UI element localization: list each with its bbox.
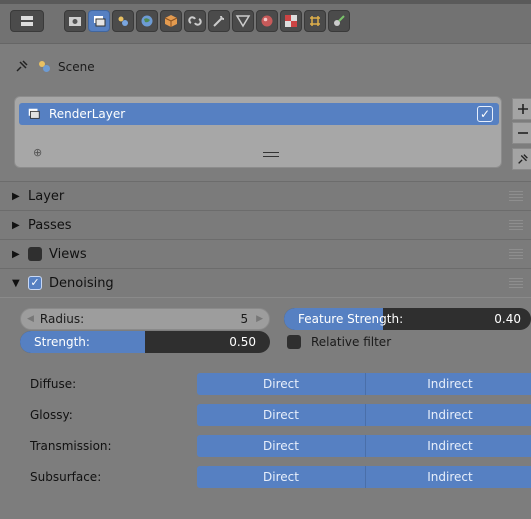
drag-grip-icon[interactable] bbox=[509, 220, 523, 230]
panel-layer-header[interactable]: ▶ Layer bbox=[0, 181, 531, 211]
strength-slider[interactable]: Strength: 0.50 bbox=[20, 331, 270, 353]
diffuse-indirect-toggle[interactable]: Indirect bbox=[366, 373, 531, 395]
denoising-enable-checkbox[interactable]: ✓ bbox=[28, 276, 42, 290]
particles-icon[interactable] bbox=[304, 10, 326, 32]
diffuse-direct-toggle[interactable]: Direct bbox=[197, 373, 366, 395]
collapsed-triangle-icon: ▶ bbox=[12, 219, 20, 231]
glossy-direct-toggle[interactable]: Direct bbox=[197, 404, 366, 426]
world-icon[interactable] bbox=[136, 10, 158, 32]
panel-passes-title: Passes bbox=[28, 217, 72, 233]
decrement-arrow-icon[interactable]: ◀ bbox=[27, 314, 34, 324]
render-icon[interactable] bbox=[64, 10, 86, 32]
transmission-direct-toggle[interactable]: Direct bbox=[197, 435, 366, 457]
add-layer-button[interactable] bbox=[512, 98, 531, 120]
minus-icon bbox=[518, 132, 528, 134]
scene-label: Scene bbox=[58, 60, 95, 74]
scene-icon-small bbox=[36, 58, 52, 77]
views-enable-checkbox[interactable] bbox=[28, 247, 42, 261]
radius-field[interactable]: ◀ Radius: 5 ▶ bbox=[20, 308, 270, 330]
collapsed-triangle-icon: ▶ bbox=[12, 190, 20, 202]
scene-breadcrumb: Scene bbox=[14, 56, 95, 78]
subsurface-label: Subsurface: bbox=[30, 470, 102, 484]
drag-grip-icon[interactable] bbox=[509, 278, 523, 288]
expanded-triangle-icon: ▼ bbox=[12, 277, 20, 289]
panel-denoising-title: Denoising bbox=[49, 275, 114, 291]
plus-icon bbox=[518, 104, 528, 114]
texture-icon[interactable] bbox=[280, 10, 302, 32]
increment-arrow-icon[interactable]: ▶ bbox=[256, 314, 263, 324]
render-layer-label: RenderLayer bbox=[49, 107, 126, 121]
radius-label: Radius: bbox=[39, 312, 85, 326]
panel-views-header[interactable]: ▶ Views bbox=[0, 239, 531, 269]
collapsed-triangle-icon: ▶ bbox=[12, 248, 20, 260]
object-icon[interactable] bbox=[160, 10, 182, 32]
transmission-indirect-toggle[interactable]: Indirect bbox=[366, 435, 531, 457]
feature-strength-label: Feature Strength: bbox=[298, 312, 404, 326]
subsurface-indirect-toggle[interactable]: Indirect bbox=[366, 466, 531, 488]
diffuse-label: Diffuse: bbox=[30, 377, 77, 391]
constraints-icon[interactable] bbox=[184, 10, 206, 32]
render-layers-icon[interactable] bbox=[88, 10, 110, 32]
transmission-label: Transmission: bbox=[30, 439, 112, 453]
data-icon[interactable] bbox=[232, 10, 254, 32]
relative-filter-label: Relative filter bbox=[311, 335, 392, 349]
relative-filter-option[interactable]: Relative filter bbox=[287, 334, 391, 350]
list-resize-grip[interactable] bbox=[263, 152, 279, 157]
panel-views-title: Views bbox=[49, 246, 87, 262]
glossy-indirect-toggle[interactable]: Indirect bbox=[366, 404, 531, 426]
panel-passes-header[interactable]: ▶ Passes bbox=[0, 210, 531, 240]
subsurface-direct-toggle[interactable]: Direct bbox=[197, 466, 366, 488]
render-layer-row[interactable]: RenderLayer ✓ bbox=[19, 103, 499, 125]
relative-filter-checkbox[interactable] bbox=[287, 335, 301, 349]
modifiers-icon[interactable] bbox=[208, 10, 230, 32]
properties-header bbox=[0, 0, 531, 44]
render-layer-list: RenderLayer ✓ ⊕ bbox=[14, 96, 502, 168]
list-filter-icon[interactable]: ⊕ bbox=[33, 146, 42, 159]
feature-strength-value: 0.40 bbox=[494, 312, 521, 326]
radius-value: 5 bbox=[240, 312, 249, 326]
strength-label: Strength: bbox=[34, 335, 90, 349]
physics-icon[interactable] bbox=[328, 10, 350, 32]
scene-icon[interactable] bbox=[112, 10, 134, 32]
material-icon[interactable] bbox=[256, 10, 278, 32]
panel-layer-title: Layer bbox=[28, 188, 65, 204]
remove-layer-button[interactable] bbox=[512, 122, 531, 144]
drag-grip-icon[interactable] bbox=[509, 191, 523, 201]
pin-layer-button[interactable] bbox=[512, 148, 531, 170]
render-layer-icon bbox=[27, 107, 41, 121]
drag-grip-icon[interactable] bbox=[509, 249, 523, 259]
strength-value: 0.50 bbox=[229, 335, 256, 349]
pin-icon[interactable] bbox=[14, 58, 30, 77]
panel-denoising-header[interactable]: ▼ ✓ Denoising bbox=[0, 268, 531, 298]
header-strip bbox=[0, 0, 531, 4]
feature-strength-slider[interactable]: Feature Strength: 0.40 bbox=[284, 308, 531, 330]
render-layer-enable-checkbox[interactable]: ✓ bbox=[477, 106, 493, 122]
editor-type-icon[interactable] bbox=[10, 10, 44, 32]
glossy-label: Glossy: bbox=[30, 408, 73, 422]
pin-icon bbox=[518, 154, 528, 164]
